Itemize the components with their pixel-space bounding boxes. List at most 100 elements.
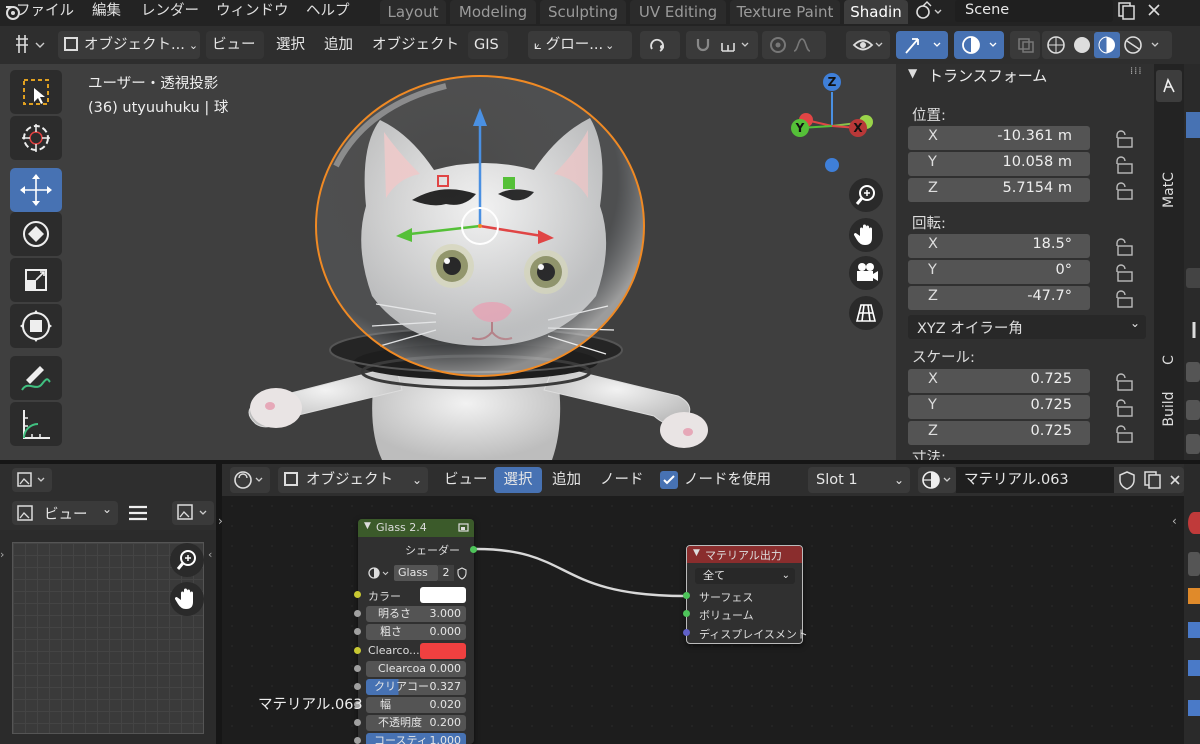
- image-view-mode-dropdown[interactable]: ビュー ⌄: [12, 501, 118, 525]
- brightness-field[interactable]: 明るさ 3.000: [366, 606, 466, 622]
- tab-c[interactable]: C: [1156, 346, 1182, 374]
- overlays-toggle-icon[interactable]: [954, 31, 1004, 59]
- node-menu-add[interactable]: 追加: [552, 467, 581, 493]
- image-browse-icon[interactable]: [172, 501, 214, 525]
- properties-tab-icon[interactable]: [1186, 434, 1200, 454]
- clearcoat-color-swatch[interactable]: [420, 643, 466, 659]
- annotate-tool[interactable]: [10, 356, 62, 400]
- tool-tab-icon[interactable]: [1156, 70, 1182, 102]
- width-field[interactable]: 幅 0.020: [366, 697, 466, 713]
- pivot-point-icon[interactable]: [640, 31, 680, 59]
- node-link[interactable]: [474, 545, 690, 601]
- menu-view[interactable]: ビュー: [206, 31, 264, 59]
- pan-hand-icon[interactable]: [849, 218, 883, 252]
- scale-z-field[interactable]: Z 0.725: [908, 421, 1090, 445]
- transform-orientation-dropdown[interactable]: ⟀ グロー... ⌄: [528, 31, 632, 59]
- properties-tab-icon[interactable]: [1188, 660, 1200, 676]
- lock-scale-y-icon[interactable]: [1112, 397, 1138, 421]
- drag-handle-icon[interactable]: ⁞⁞⁞: [1130, 66, 1143, 77]
- proportional-editing-icon[interactable]: [762, 31, 826, 59]
- editor-type-image-icon[interactable]: [12, 468, 52, 492]
- fake-user-shield-icon[interactable]: [456, 566, 468, 580]
- properties-tab-icon[interactable]: [1188, 588, 1200, 604]
- properties-tab-icon[interactable]: [1186, 268, 1200, 288]
- tab-build[interactable]: Build: [1156, 384, 1182, 434]
- shader-type-dropdown[interactable]: オブジェクト ⌄: [278, 467, 428, 493]
- material-browse-icon[interactable]: [918, 467, 956, 493]
- opacity-field[interactable]: 不透明度 0.200: [366, 715, 466, 731]
- node-menu-view[interactable]: ビュー: [444, 467, 488, 493]
- menu-help[interactable]: ヘルプ: [306, 0, 350, 24]
- use-nodes-checkbox[interactable]: [660, 471, 678, 489]
- roughness-field[interactable]: 粗さ 0.000: [366, 624, 466, 640]
- transform-tool[interactable]: [10, 304, 62, 348]
- object-mode-dropdown[interactable]: オブジェクト... ⌄: [58, 31, 200, 59]
- lock-location-x-icon[interactable]: [1112, 128, 1138, 152]
- lock-rotation-z-icon[interactable]: [1112, 288, 1138, 312]
- tab-shading[interactable]: Shadin: [844, 0, 908, 24]
- shader-output-socket[interactable]: [470, 546, 477, 553]
- editor-type-shader-icon[interactable]: [230, 467, 270, 493]
- perspective-toggle-icon[interactable]: [849, 296, 883, 330]
- menu-object[interactable]: オブジェクト: [372, 31, 459, 59]
- lock-rotation-y-icon[interactable]: [1112, 262, 1138, 286]
- opacity-input-socket[interactable]: [354, 719, 361, 726]
- menu-gis[interactable]: GIS: [468, 31, 508, 59]
- node-menu-node[interactable]: ノード: [600, 467, 644, 493]
- color-input-socket[interactable]: [354, 591, 361, 598]
- material-tab-icon[interactable]: [1188, 512, 1200, 534]
- rotate-tool[interactable]: [10, 212, 62, 256]
- menu-render[interactable]: レンダー: [141, 0, 199, 24]
- gizmo-toggle-icon[interactable]: [896, 31, 948, 59]
- lock-rotation-x-icon[interactable]: [1112, 236, 1138, 260]
- unlink-material-icon[interactable]: [1166, 467, 1184, 493]
- image-pan-hand-icon[interactable]: [170, 582, 204, 616]
- caustics-field[interactable]: コースティ 1.000: [366, 733, 466, 744]
- location-y-field[interactable]: Y 10.058 m: [908, 152, 1090, 176]
- brightness-input-socket[interactable]: [354, 610, 361, 617]
- zoom-icon[interactable]: [849, 178, 883, 212]
- tab-texture-paint[interactable]: Texture Paint: [730, 0, 840, 24]
- material-output-node[interactable]: ▼ マテリアル出力 全て ⌄ サーフェス ボリューム ディスプレイスメント: [686, 545, 808, 644]
- cat-astronaut-model[interactable]: [236, 66, 736, 460]
- wrench-icon[interactable]: [1186, 320, 1200, 340]
- move-tool[interactable]: [10, 168, 62, 212]
- rotation-mode-dropdown[interactable]: XYZ オイラー角 ⌄: [908, 315, 1146, 339]
- gizmo-y-axis[interactable]: Y: [791, 119, 809, 137]
- rotation-z-field[interactable]: Z -47.7°: [908, 286, 1090, 310]
- gizmo-x-axis[interactable]: X: [849, 119, 867, 137]
- color-swatch[interactable]: [420, 587, 466, 603]
- menu-file[interactable]: ファイル: [16, 0, 74, 24]
- duplicate-material-icon[interactable]: [1140, 467, 1166, 493]
- clearcoat-amount-input-socket[interactable]: [354, 665, 361, 672]
- transform-panel-header[interactable]: ▼ トランスフォーム ⁞⁞⁞: [908, 66, 1148, 86]
- scale-y-field[interactable]: Y 0.725: [908, 395, 1090, 419]
- node-menu-select[interactable]: 選択: [494, 467, 542, 493]
- snap-toggle-icon[interactable]: [686, 31, 758, 59]
- node-group-selector[interactable]: Glass 2: [368, 565, 468, 581]
- visibility-eye-icon[interactable]: [846, 31, 890, 59]
- menu-edit[interactable]: 編集: [92, 0, 121, 24]
- glass-user-count[interactable]: 2: [438, 565, 454, 581]
- camera-view-icon[interactable]: [849, 256, 883, 290]
- clearcoat-roughness-input-socket[interactable]: [354, 683, 361, 690]
- material-name-field[interactable]: マテリアル.063: [956, 467, 1114, 493]
- properties-tab-icon[interactable]: [1188, 622, 1200, 638]
- rotation-x-field[interactable]: X 18.5°: [908, 234, 1090, 258]
- cursor-tool[interactable]: [10, 116, 62, 160]
- tab-matc[interactable]: MatC: [1156, 160, 1182, 220]
- caustics-input-socket[interactable]: [354, 737, 361, 744]
- surface-input-socket[interactable]: [683, 592, 690, 599]
- clearcoat-roughness-field[interactable]: クリアコー 0.327: [366, 679, 466, 695]
- displacement-input-socket[interactable]: [683, 629, 690, 636]
- measure-tool[interactable]: [10, 402, 62, 446]
- menu-window[interactable]: ウィンドウ: [216, 0, 289, 24]
- gizmo-z-axis[interactable]: Z: [823, 73, 841, 91]
- scene-name-field[interactable]: Scene: [955, 0, 1113, 22]
- scale-tool[interactable]: [10, 258, 62, 302]
- lock-scale-x-icon[interactable]: [1112, 371, 1138, 395]
- fake-user-shield-icon[interactable]: [1114, 467, 1140, 493]
- location-z-field[interactable]: Z 5.7154 m: [908, 178, 1090, 202]
- lock-location-z-icon[interactable]: [1112, 180, 1138, 204]
- properties-tab-icon[interactable]: [1188, 700, 1200, 716]
